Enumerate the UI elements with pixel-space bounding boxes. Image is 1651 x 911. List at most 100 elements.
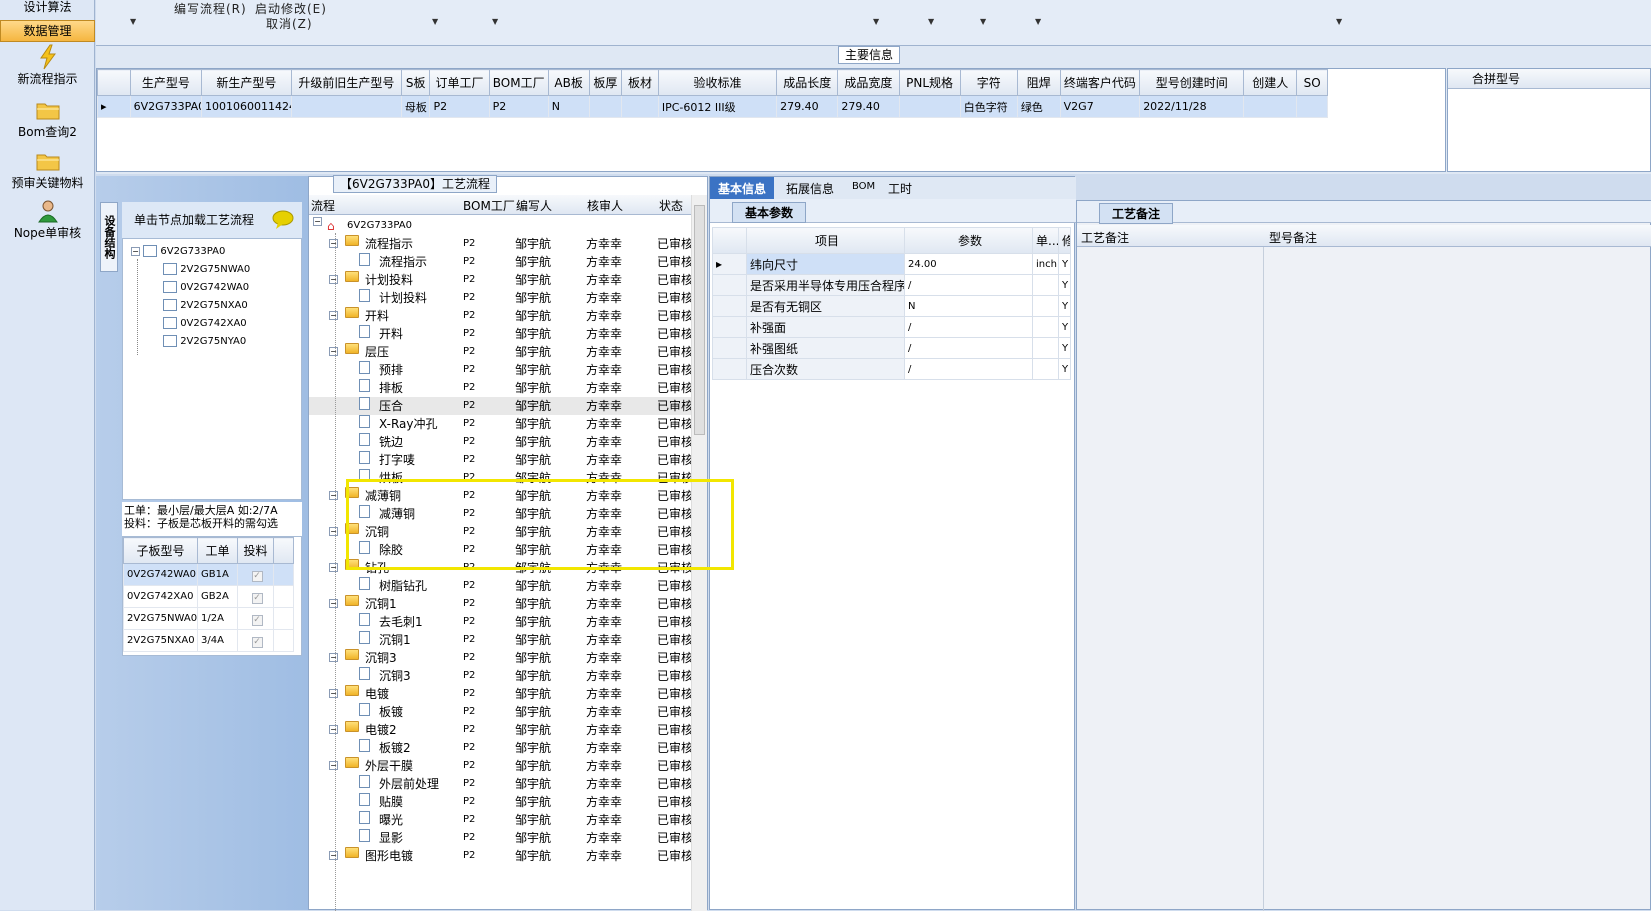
flow-row[interactable]: 沉铜1 P2 邹宇航 方幸幸 已审核 — [309, 631, 691, 649]
flow-row[interactable]: 显影 P2 邹宇航 方幸幸 已审核 — [309, 829, 691, 847]
flow-row[interactable]: 曝光 P2 邹宇航 方幸幸 已审核 — [309, 811, 691, 829]
tab-basic-params[interactable]: 基本参数 — [732, 202, 807, 223]
table-row[interactable]: 2V2G75NWA0 1/2A ✓ — [123, 607, 294, 630]
flow-row[interactable]: 压合 P2 邹宇航 方幸幸 已审核 — [309, 397, 691, 415]
table-row[interactable]: 补强面 / Y — [712, 316, 1071, 338]
collapse-icon[interactable]: − — [329, 653, 338, 662]
param-value[interactable]: / — [904, 358, 1033, 380]
main-col-header[interactable]: BOM工厂 — [488, 69, 549, 96]
main-col-header[interactable]: 新生产型号 — [201, 69, 292, 96]
flow-row[interactable]: − 图形电镀 P2 邹宇航 方幸幸 已审核 — [309, 847, 691, 865]
collapse-icon[interactable]: − — [329, 599, 338, 608]
flow-row[interactable]: 预排 P2 邹宇航 方幸幸 已审核 — [309, 361, 691, 379]
table-row[interactable]: 是否采用半导体专用压合程序 / Y — [712, 274, 1071, 296]
table-row[interactable]: 是否有无铜区 N Y — [712, 295, 1071, 317]
flow-row[interactable]: − 电镀 P2 邹宇航 方幸幸 已审核 — [309, 685, 691, 703]
feeding-checkbox[interactable]: ✓ — [251, 592, 263, 604]
main-col-header[interactable]: 生产型号 — [129, 69, 203, 96]
sub-col-header[interactable]: 投料 — [237, 537, 274, 564]
collapse-icon[interactable]: − — [329, 851, 338, 860]
collapse-icon[interactable]: − — [131, 246, 140, 256]
table-row[interactable]: 0V2G742WA0 GB1A ✓ — [123, 563, 294, 586]
tab-basic-info[interactable]: 基本信息 — [710, 177, 775, 199]
flow-row[interactable]: 沉铜3 P2 邹宇航 方幸幸 已审核 — [309, 667, 691, 685]
tab-work-hours[interactable]: 工时 — [888, 180, 912, 197]
flow-row[interactable]: 打字唛 P2 邹宇航 方幸幸 已审核 — [309, 451, 691, 469]
flow-row[interactable]: 去毛刺1 P2 邹宇航 方幸幸 已审核 — [309, 613, 691, 631]
main-col-header[interactable]: S板 — [400, 69, 431, 96]
param-col-header[interactable]: 项目 — [746, 227, 905, 254]
table-row[interactable]: 压合次数 / Y — [712, 358, 1071, 380]
tree-child-node[interactable]: 2V2G75NYA0 — [163, 335, 246, 347]
tab-bom[interactable]: BOM — [852, 181, 875, 192]
dropdown-arrow-icon[interactable]: ▼ — [980, 17, 986, 26]
table-row[interactable]: 0V2G742XA0 GB2A ✓ — [123, 585, 294, 608]
collapse-icon[interactable]: − — [329, 761, 338, 770]
scroll-thumb[interactable] — [694, 205, 705, 435]
dropdown-arrow-icon[interactable]: ▼ — [873, 17, 879, 26]
sidebar-top-item[interactable]: 设计算法 — [0, 0, 95, 20]
nav-pre-review[interactable]: 预审关键物料 — [0, 148, 95, 191]
flow-row[interactable]: − 沉铜1 P2 邹宇航 方幸幸 已审核 — [309, 595, 691, 613]
flow-row[interactable]: − 流程指示 P2 邹宇航 方幸幸 已审核 — [309, 235, 691, 253]
main-col-header[interactable]: 验收标准 — [657, 69, 778, 96]
main-col-header[interactable]: 板材 — [621, 69, 659, 96]
dropdown-arrow-icon[interactable]: ▼ — [492, 17, 498, 26]
collapse-icon[interactable]: − — [329, 311, 338, 320]
dropdown-arrow-icon[interactable]: ▼ — [130, 17, 136, 26]
flow-row[interactable]: 铣边 P2 邹宇航 方幸幸 已审核 — [309, 433, 691, 451]
main-col-header[interactable]: 阻焊 — [1016, 69, 1061, 96]
flow-row[interactable]: 计划投料 P2 邹宇航 方幸幸 已审核 — [309, 289, 691, 307]
process-remark-input[interactable] — [1079, 249, 1259, 909]
tree-child-node[interactable]: 0V2G742XA0 — [163, 317, 247, 329]
tree-child-node[interactable]: 2V2G75NWA0 — [163, 263, 250, 275]
flow-row[interactable]: − 层压 P2 邹宇航 方幸幸 已审核 — [309, 343, 691, 361]
tab-extended-info[interactable]: 拓展信息 — [786, 180, 834, 197]
main-col-header[interactable]: PNL规格 — [898, 69, 961, 96]
nav-new-flow[interactable]: 新流程指示 — [0, 44, 95, 87]
param-col-header[interactable]: 参数 — [904, 227, 1033, 254]
param-col-header[interactable]: 修 — [1058, 227, 1071, 254]
tab-process-remark[interactable]: 工艺备注 — [1099, 203, 1174, 224]
sub-col-header[interactable]: 工单 — [197, 537, 238, 564]
main-col-header[interactable]: 订单工厂 — [429, 69, 490, 96]
main-col-header[interactable]: 终端客户代码 — [1059, 69, 1141, 96]
table-row[interactable]: ▸6V2G733PA010010600114244母板P2P2NIPC-6012… — [97, 95, 1328, 118]
collapse-icon[interactable]: − — [313, 217, 322, 226]
tree-root-node[interactable]: − 6V2G733PA0 — [131, 245, 225, 257]
collapse-icon[interactable]: − — [329, 725, 338, 734]
flow-row[interactable]: − 电镀2 P2 邹宇航 方幸幸 已审核 — [309, 721, 691, 739]
collapse-icon[interactable]: − — [329, 347, 338, 356]
main-col-header[interactable]: 型号创建时间 — [1139, 69, 1245, 96]
vtab-equipment[interactable]: 设备结构 — [100, 202, 118, 272]
flow-row[interactable]: − 沉铜3 P2 邹宇航 方幸幸 已审核 — [309, 649, 691, 667]
feeding-checkbox[interactable]: ✓ — [251, 614, 263, 626]
flow-row[interactable]: − 外层干膜 P2 邹宇航 方幸幸 已审核 — [309, 757, 691, 775]
main-col-header[interactable]: 升级前旧生产型号 — [290, 69, 402, 96]
menu-write-flow[interactable]: 编写流程(R) — [174, 0, 247, 17]
feeding-checkbox[interactable]: ✓ — [251, 636, 263, 648]
flow-row[interactable]: 板镀 P2 邹宇航 方幸幸 已审核 — [309, 703, 691, 721]
main-col-header[interactable]: 板厚 — [588, 69, 623, 96]
tree-child-node[interactable]: 2V2G75NXA0 — [163, 299, 248, 311]
sub-col-header[interactable]: 子板型号 — [123, 537, 198, 564]
flow-row[interactable]: 贴膜 P2 邹宇航 方幸幸 已审核 — [309, 793, 691, 811]
flow-row[interactable]: − 计划投料 P2 邹宇航 方幸幸 已审核 — [309, 271, 691, 289]
feeding-checkbox[interactable]: ✓ — [251, 570, 263, 582]
flow-row[interactable]: − 开料 P2 邹宇航 方幸幸 已审核 — [309, 307, 691, 325]
flow-row[interactable]: 流程指示 P2 邹宇航 方幸幸 已审核 — [309, 253, 691, 271]
collapse-icon[interactable]: − — [329, 563, 338, 572]
nav-nope-review[interactable]: Nope单审核 — [0, 198, 95, 241]
flow-row[interactable]: X-Ray冲孔 P2 邹宇航 方幸幸 已审核 — [309, 415, 691, 433]
flow-row[interactable]: 外层前处理 P2 邹宇航 方幸幸 已审核 — [309, 775, 691, 793]
collapse-icon[interactable]: − — [329, 689, 338, 698]
collapse-icon[interactable]: − — [329, 527, 338, 536]
flow-row[interactable]: 板镀2 P2 邹宇航 方幸幸 已审核 — [309, 739, 691, 757]
dropdown-arrow-icon[interactable]: ▼ — [1035, 17, 1041, 26]
table-row[interactable]: 2V2G75NXA0 3/4A ✓ — [123, 629, 294, 652]
nav-bom-query[interactable]: Bom查询2 — [0, 97, 95, 140]
table-row[interactable]: 补强图纸 / Y — [712, 337, 1071, 359]
table-row[interactable]: ▸ 纬向尺寸 24.00 inch Y — [712, 253, 1071, 275]
flow-row[interactable]: 排板 P2 邹宇航 方幸幸 已审核 — [309, 379, 691, 397]
main-col-header[interactable]: AB板 — [547, 69, 590, 96]
